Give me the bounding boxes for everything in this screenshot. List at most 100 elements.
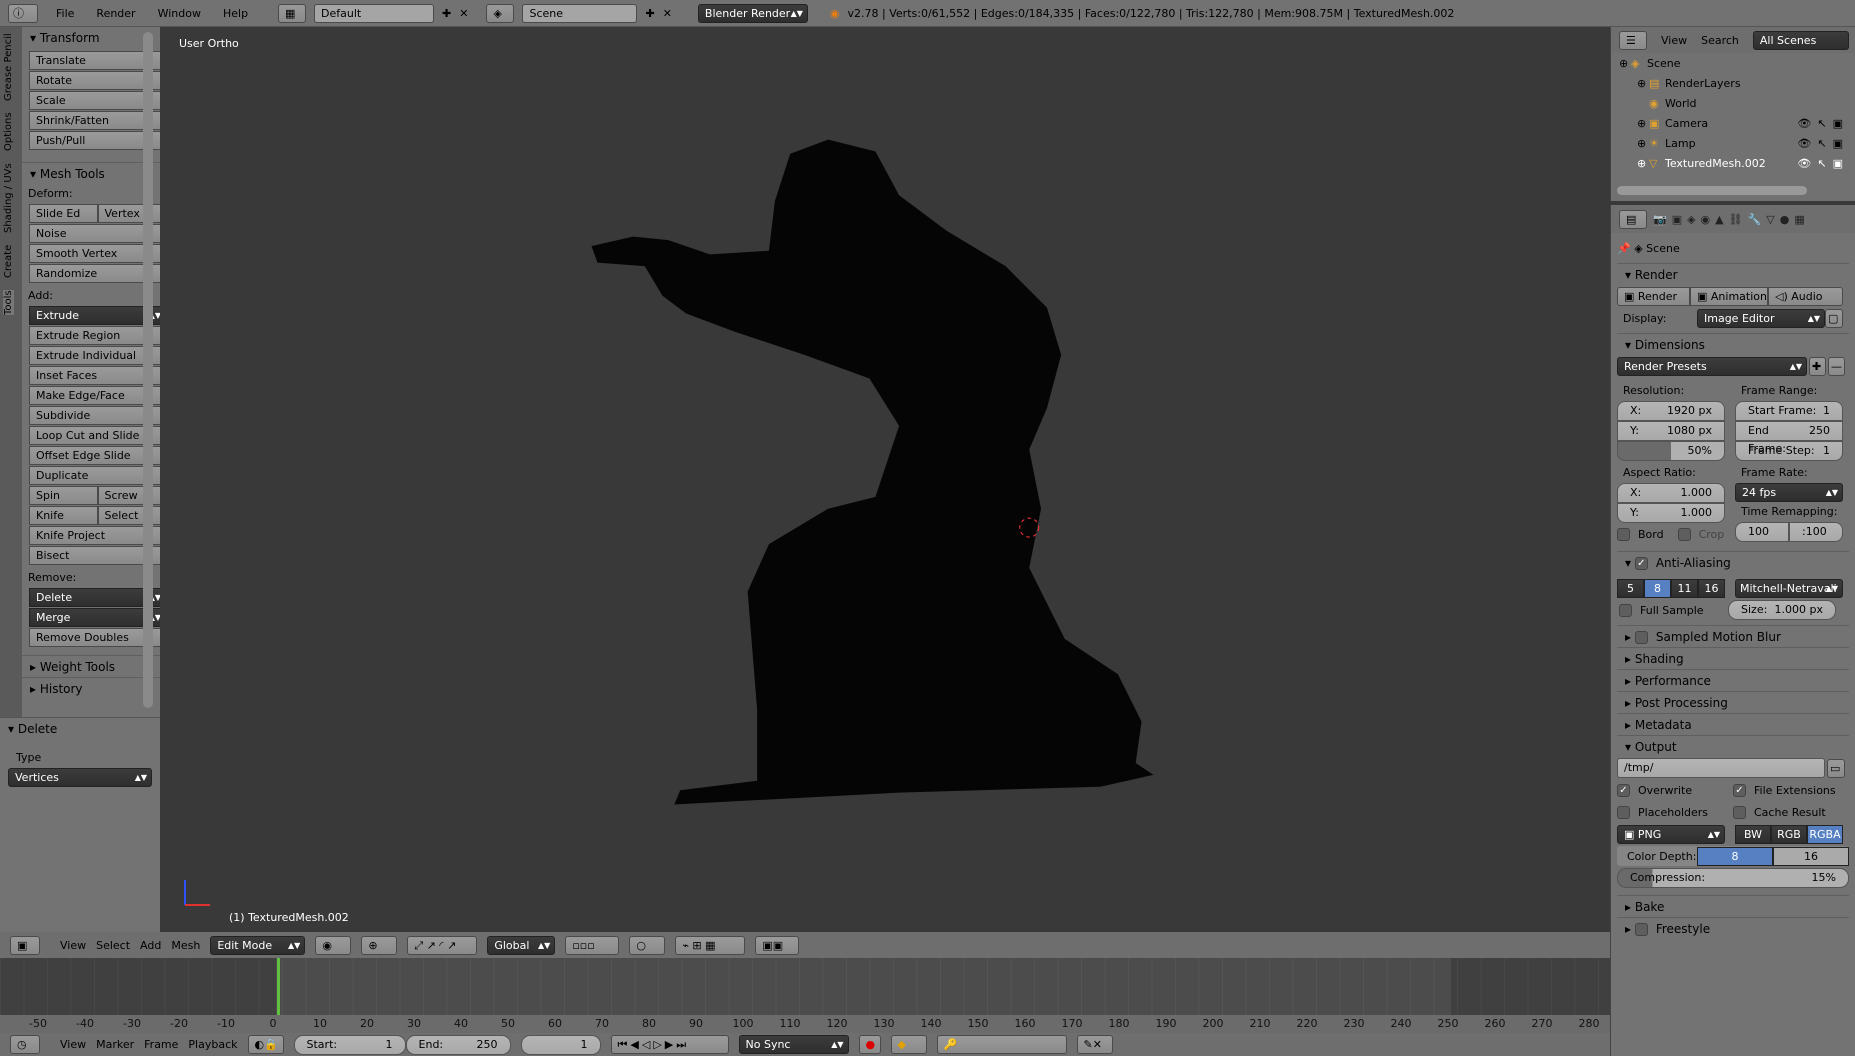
panel-freestyle-header[interactable]: ▸ Freestyle xyxy=(1617,917,1849,939)
outliner-item-scene[interactable]: ⊕ ◈ Scene xyxy=(1611,53,1855,73)
color-depth-16[interactable]: 16 xyxy=(1773,846,1849,866)
pivot-icon[interactable]: ⊕ xyxy=(361,935,398,955)
expand-icon[interactable]: ⊕ xyxy=(1637,157,1649,170)
aa-samples-5[interactable]: 5 xyxy=(1617,578,1644,598)
mode-select[interactable]: Edit Mode ▲▼ xyxy=(210,935,306,955)
select-mode-icon[interactable]: ▫▫▫ xyxy=(565,935,620,955)
timeline-ruler[interactable]: -50 -40 -30 -20 -10 0 10 20 30 40 50 60 70 80 90 100 110… xyxy=(0,1015,1610,1033)
context-tabs[interactable]: 📷▣◈◉▲⛓🔧▽●▦ xyxy=(1653,213,1810,226)
frame-rate-select[interactable]: 24 fps ▲▼ xyxy=(1735,483,1843,502)
expand-icon[interactable]: ⊕ xyxy=(1637,117,1649,130)
overwrite-checkbox[interactable]: ✓ xyxy=(1617,783,1630,797)
current-frame-field[interactable]: 1 xyxy=(520,1034,601,1055)
aa-size-field[interactable]: Size: 1.000 px xyxy=(1728,600,1836,620)
proportional-edit-icon[interactable]: ○ xyxy=(629,935,666,955)
frame-step-field[interactable]: Frame Step: 1 xyxy=(1735,441,1843,461)
aa-samples-8[interactable]: 8 xyxy=(1644,578,1671,598)
panel-shading-header[interactable]: ▸ Shading xyxy=(1617,647,1849,669)
panel-bake-header[interactable]: ▸ Bake xyxy=(1617,895,1849,917)
keying-icon[interactable]: ◆ xyxy=(890,1035,927,1054)
placeholders-checkbox[interactable] xyxy=(1617,805,1630,819)
outliner-item-lamp[interactable]: ⊕ ☀ Lamp 👁↖▣ xyxy=(1611,133,1855,153)
audio-button[interactable]: ◁) Audio xyxy=(1768,286,1843,306)
output-path-field[interactable]: /tmp/ xyxy=(1617,758,1825,778)
full-sample-checkbox[interactable] xyxy=(1619,603,1632,617)
freestyle-checkbox[interactable] xyxy=(1634,923,1648,936)
render-button[interactable]: ▣ Render xyxy=(1617,286,1690,306)
expand-icon[interactable]: ⊕ xyxy=(1637,77,1649,90)
menu-view[interactable]: View xyxy=(60,1038,86,1051)
outliner-item-camera[interactable]: ⊕ ▣ Camera 👁↖▣ xyxy=(1611,113,1855,133)
aa-samples-16[interactable]: 16 xyxy=(1698,578,1725,598)
resolution-x-field[interactable]: X: 1920 px xyxy=(1617,401,1725,421)
anti-aliasing-checkbox[interactable]: ✓ xyxy=(1634,557,1648,570)
expand-icon[interactable]: ⊕ xyxy=(1637,137,1649,150)
remap-new-field[interactable]: :100 xyxy=(1789,522,1843,542)
file-format-select[interactable]: ▣ PNG ▲▼ xyxy=(1617,824,1725,844)
menu-select[interactable]: Select xyxy=(96,939,130,952)
folder-icon[interactable]: ▭ xyxy=(1827,758,1845,778)
add-preset-icon[interactable]: ✚ xyxy=(1809,356,1826,376)
motion-blur-checkbox[interactable] xyxy=(1634,631,1648,644)
editor-type-button[interactable]: ▣ xyxy=(10,935,40,955)
editor-type-button[interactable]: ☰ xyxy=(1619,30,1647,50)
aspect-x-field[interactable]: X: 1.000 xyxy=(1617,483,1725,503)
panel-anti-aliasing-header[interactable]: ▾ ✓ Anti-Aliasing xyxy=(1617,551,1849,573)
pin-icon[interactable]: 📌 xyxy=(1617,242,1631,255)
menu-view[interactable]: View xyxy=(60,939,86,952)
cache-result-checkbox[interactable] xyxy=(1733,805,1746,819)
lock-icon[interactable]: ◐🔒 xyxy=(247,1035,284,1054)
aspect-y-field[interactable]: Y: 1.000 xyxy=(1617,503,1725,523)
aa-filter-select[interactable]: Mitchell-Netravali ▲▼ xyxy=(1735,578,1843,598)
panel-performance-header[interactable]: ▸ Performance xyxy=(1617,669,1849,691)
outliner-item-world[interactable]: ◉ World xyxy=(1611,93,1855,113)
start-frame-field[interactable]: Start: 1 xyxy=(293,1034,406,1055)
start-frame-field[interactable]: Start Frame: 1 xyxy=(1735,401,1843,421)
display-window-icon[interactable]: ▢ xyxy=(1825,308,1843,328)
aa-samples-11[interactable]: 11 xyxy=(1671,578,1698,598)
render-presets-select[interactable]: Render Presets ▲▼ xyxy=(1617,356,1807,376)
menu-playback[interactable]: Playback xyxy=(188,1038,237,1051)
animation-button[interactable]: ▣ Animation xyxy=(1690,286,1768,306)
compression-slider[interactable]: Compression: 15% xyxy=(1617,868,1849,888)
editor-type-button[interactable]: ▤ xyxy=(1619,209,1647,229)
orientation-select[interactable]: Global ▲▼ xyxy=(487,935,556,955)
render-preview-icon[interactable]: ▣▣ xyxy=(755,935,800,955)
panel-post-processing-header[interactable]: ▸ Post Processing xyxy=(1617,691,1849,713)
shading-icon[interactable]: ◉ xyxy=(315,935,352,955)
playback-controls[interactable]: ⏮◀◁▷▶⏭ xyxy=(610,1035,729,1054)
display-select[interactable]: Image Editor ▲▼ xyxy=(1697,308,1825,328)
menu-mesh[interactable]: Mesh xyxy=(171,939,200,952)
panel-metadata-header[interactable]: ▸ Metadata xyxy=(1617,713,1849,735)
color-depth-8[interactable]: 8 xyxy=(1697,846,1773,866)
menu-frame[interactable]: Frame xyxy=(144,1038,178,1051)
menu-view[interactable]: View xyxy=(1661,34,1687,47)
editor-type-button[interactable]: ◷ xyxy=(10,1035,40,1054)
keying-set-field[interactable]: 🔑 xyxy=(936,1035,1067,1054)
panel-dimensions-header[interactable]: ▾ Dimensions xyxy=(1617,333,1849,355)
visibility-icons[interactable]: 👁↖▣ xyxy=(1797,157,1849,170)
crop-checkbox[interactable] xyxy=(1677,527,1691,541)
manipulator-icon[interactable]: ⤢ ↗ ◜ ↗ xyxy=(407,935,478,955)
color-mode-bw[interactable]: BW xyxy=(1735,824,1771,844)
current-frame-line[interactable] xyxy=(277,958,280,1015)
menu-add[interactable]: Add xyxy=(140,939,161,952)
mesh-silhouette[interactable] xyxy=(0,0,1855,1056)
timeline[interactable]: -50 -40 -30 -20 -10 0 10 20 30 40 50 60 70 80 90 100 110… xyxy=(0,958,1610,1033)
color-mode-rgb[interactable]: RGB xyxy=(1771,824,1807,844)
record-icon[interactable]: ● xyxy=(858,1035,881,1054)
outliner-filter-select[interactable]: All Scenes xyxy=(1752,30,1849,50)
keyframe-insert-icon[interactable]: ✎✕ xyxy=(1076,1035,1113,1054)
color-mode-rgba[interactable]: RGBA xyxy=(1807,824,1843,844)
visibility-icons[interactable]: 👁↖▣ xyxy=(1797,137,1849,150)
panel-render-header[interactable]: ▾ Render xyxy=(1617,263,1849,285)
menu-marker[interactable]: Marker xyxy=(96,1038,134,1051)
end-frame-field[interactable]: End Frame: 250 xyxy=(1735,421,1843,455)
outliner-scrollbar[interactable] xyxy=(1617,186,1807,195)
resolution-percentage-slider[interactable]: 50% xyxy=(1617,441,1725,461)
panel-output-header[interactable]: ▾ Output xyxy=(1617,735,1849,757)
file-extensions-checkbox[interactable]: ✓ xyxy=(1733,783,1746,797)
outliner-item-renderlayers[interactable]: ⊕ ▤ RenderLayers xyxy=(1611,73,1855,93)
expand-icon[interactable]: ⊕ xyxy=(1619,57,1631,70)
outliner-item-texturedmesh-002[interactable]: ⊕ ▽ TexturedMesh.002 👁↖▣ xyxy=(1611,153,1855,173)
